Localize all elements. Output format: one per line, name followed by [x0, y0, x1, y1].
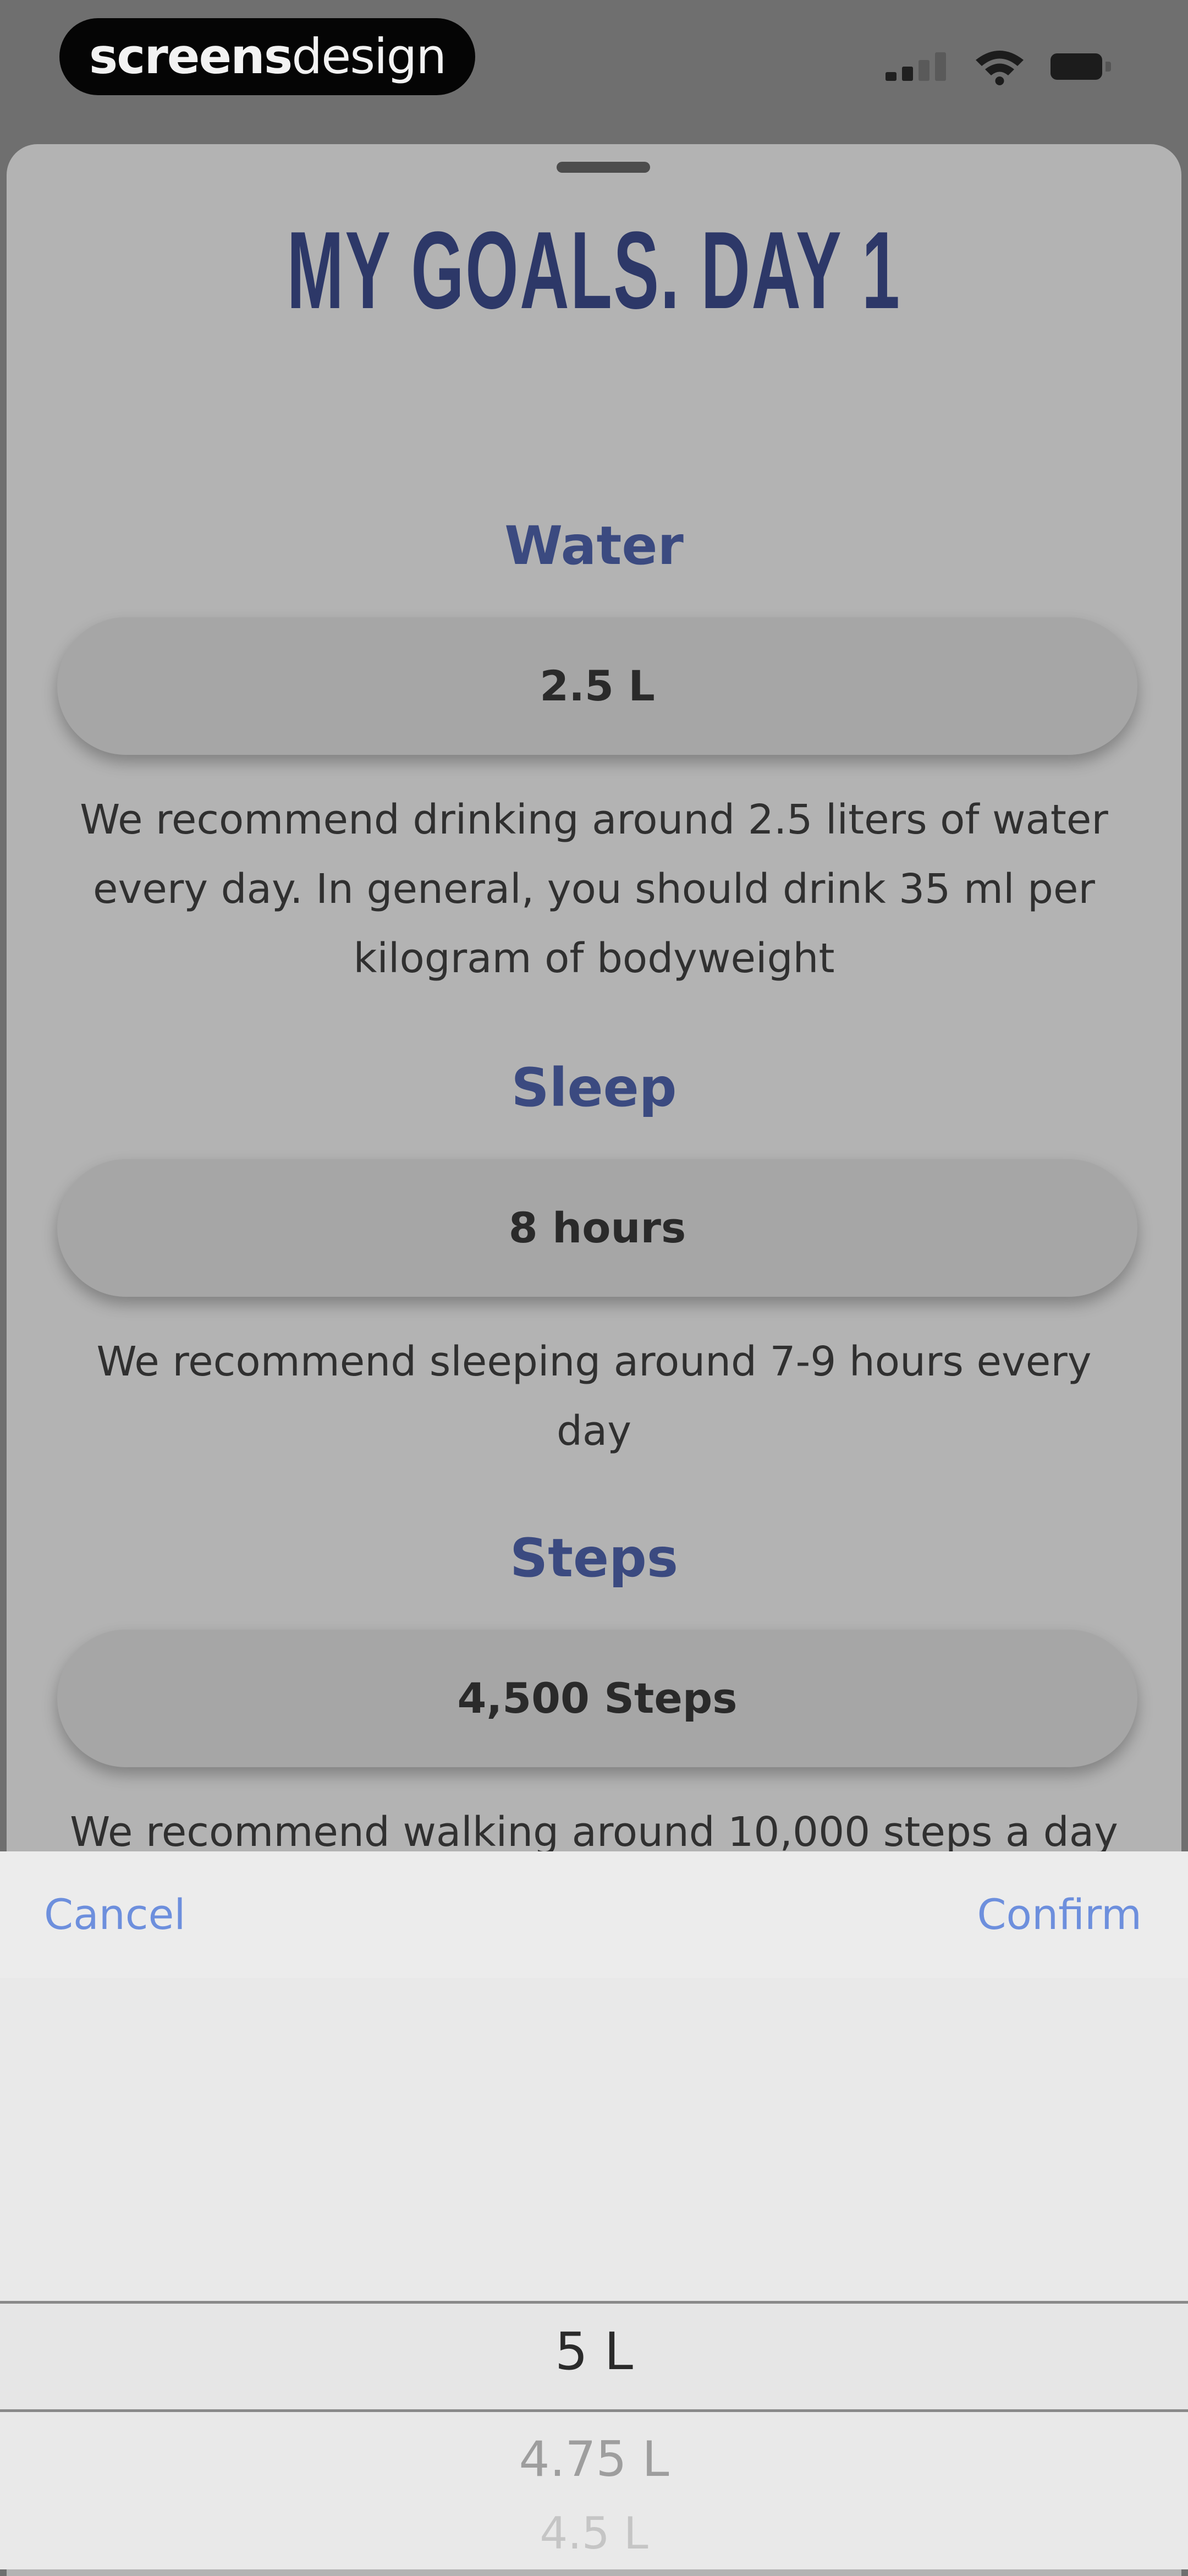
water-heading: Water — [504, 515, 684, 577]
wifi-icon — [974, 47, 1026, 85]
picker-option-selected[interactable]: 5 L — [0, 2319, 1188, 2385]
water-value-button[interactable]: 2.5 L — [57, 617, 1137, 755]
signal-icon — [886, 52, 946, 81]
steps-value-button[interactable]: 4,500 Steps — [57, 1630, 1137, 1767]
status-bar: screensdesign — [0, 0, 1188, 143]
value-picker: Cancel Confirm 5 L 4.75 L 4.5 L — [0, 1851, 1188, 2569]
picker-wheel[interactable]: 5 L 4.75 L 4.5 L — [0, 1978, 1188, 2569]
confirm-button[interactable]: Confirm — [977, 1851, 1142, 1978]
picker-option[interactable]: 4.5 L — [0, 2501, 1188, 2567]
sleep-hint: We recommend sleeping around 7-9 hours e… — [96, 1338, 1092, 1455]
picker-toolbar: Cancel Confirm — [0, 1851, 1188, 1978]
picker-option[interactable]: 4.75 L — [0, 2426, 1188, 2492]
battery-icon — [1050, 53, 1111, 80]
sleep-heading: Sleep — [511, 1057, 677, 1119]
brand-logo: screensdesign — [59, 18, 475, 95]
cancel-button[interactable]: Cancel — [44, 1851, 185, 1978]
status-icons — [886, 47, 1122, 85]
water-hint: We recommend drinking around 2.5 liters … — [80, 796, 1108, 982]
sleep-value-button[interactable]: 8 hours — [57, 1159, 1137, 1297]
steps-heading: Steps — [510, 1527, 678, 1589]
sheet-grabber[interactable] — [557, 162, 650, 173]
page-title: MY GOALS. DAY 1 — [287, 209, 901, 332]
